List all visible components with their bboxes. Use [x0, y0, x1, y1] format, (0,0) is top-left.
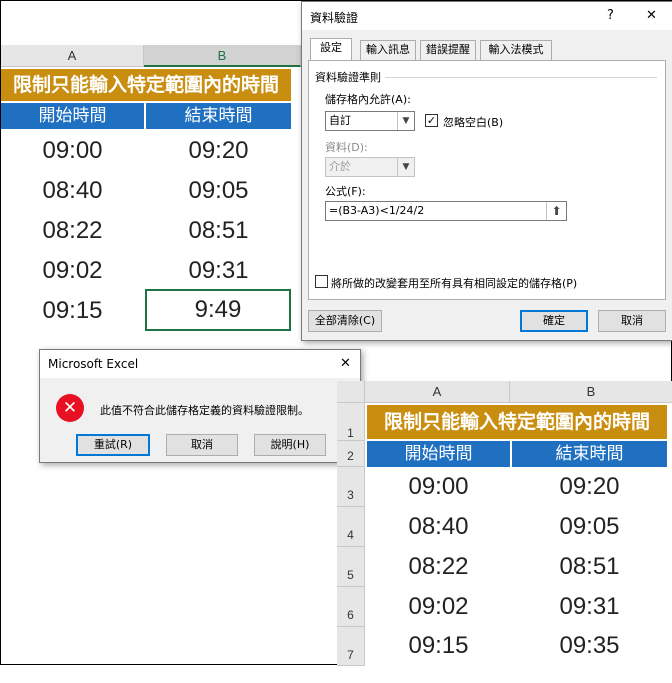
selected-end-time-cell[interactable]: 9:49: [145, 289, 291, 331]
apply-all-label[interactable]: 將所做的改變套用至所有具有相同設定的儲存格(P): [331, 275, 577, 291]
header-start-time[interactable]: 開始時間: [1, 103, 144, 129]
clear-all-button[interactable]: 全部清除(C): [308, 310, 382, 332]
data-select[interactable]: 介於 ▼: [325, 157, 415, 177]
chevron-down-icon[interactable]: ▼: [397, 112, 414, 130]
settings-panel: 資料驗證準則 儲存格內允許(A): 自訂 ▼ ✓ 忽略空白(B) 資料(D): …: [308, 60, 666, 300]
criteria-section-label: 資料驗證準則: [315, 71, 381, 84]
start-time-cell[interactable]: 08:40: [1, 171, 144, 211]
data-value: 介於: [329, 160, 351, 173]
allow-select[interactable]: 自訂 ▼: [325, 111, 415, 131]
start-time-cell[interactable]: 09:15: [1, 291, 144, 331]
column-header-a[interactable]: A: [365, 381, 510, 403]
error-dialog-title: Microsoft Excel: [48, 357, 139, 371]
close-icon[interactable]: ✕: [340, 356, 351, 371]
column-header-b[interactable]: B: [510, 381, 672, 403]
row-header-4[interactable]: 4: [337, 507, 365, 547]
formula-value: =(B3-A3)<1/24/2: [329, 204, 425, 217]
end-time-cell[interactable]: 09:20: [146, 131, 291, 171]
end-time-cell[interactable]: 09:05: [512, 507, 667, 547]
allow-label: 儲存格內允許(A):: [325, 93, 411, 106]
dialog-title: 資料驗證: [310, 11, 359, 25]
ignore-blank-checkbox[interactable]: ✓: [425, 114, 438, 127]
start-time-cell[interactable]: 09:02: [1, 251, 144, 291]
end-time-cell[interactable]: 08:51: [512, 547, 667, 587]
title-cell[interactable]: 限制只能輸入特定範圍內的時間: [1, 69, 291, 101]
help-button[interactable]: 說明(H): [254, 434, 326, 456]
error-icon: ✕: [56, 394, 84, 422]
select-all-corner[interactable]: [337, 381, 365, 403]
start-time-cell[interactable]: 08:40: [367, 507, 510, 547]
apply-all-checkbox[interactable]: [315, 275, 328, 288]
end-time-cell[interactable]: 09:35: [512, 627, 667, 665]
help-icon[interactable]: ?: [607, 8, 614, 23]
allow-value: 自訂: [329, 114, 351, 127]
end-time-cell[interactable]: 09:05: [146, 171, 291, 211]
error-dialog-title-bar[interactable]: Microsoft Excel ✕: [40, 350, 360, 378]
column-header-b[interactable]: B: [144, 45, 301, 67]
retry-button[interactable]: 重試(R): [76, 434, 150, 456]
column-header-a[interactable]: A: [1, 45, 144, 67]
start-time-cell[interactable]: 08:22: [1, 211, 144, 251]
ignore-blank-label[interactable]: 忽略空白(B): [443, 114, 503, 130]
error-dialog: Microsoft Excel ✕ ✕ 此值不符合此儲存格定義的資料驗證限制。 …: [39, 349, 361, 463]
start-time-cell[interactable]: 09:02: [367, 587, 510, 627]
header-end-time[interactable]: 結束時間: [146, 103, 291, 129]
formula-label: 公式(F):: [325, 185, 366, 198]
cancel-button[interactable]: 取消: [598, 310, 666, 332]
end-time-cell[interactable]: 09:20: [512, 467, 667, 507]
formula-input[interactable]: =(B3-A3)<1/24/2 ⬆: [325, 201, 567, 221]
top-spreadsheet: A B 限制只能輸入特定範圍內的時間 開始時間 結束時間 09:00 09:20…: [1, 45, 301, 345]
row-header-5[interactable]: 5: [337, 547, 365, 587]
section-divider: [385, 77, 657, 78]
ok-button[interactable]: 確定: [520, 310, 588, 332]
header-start-time[interactable]: 開始時間: [367, 441, 510, 467]
tab-settings[interactable]: 設定: [310, 38, 352, 61]
start-time-cell[interactable]: 09:00: [367, 467, 510, 507]
row-header-7[interactable]: 7: [337, 627, 365, 666]
range-select-icon[interactable]: ⬆: [546, 202, 566, 220]
data-validation-dialog: 資料驗證 ? ✕ 設定 輸入訊息 錯誤提醒 輸入法模式 資料驗證準則 儲存格內允…: [301, 1, 672, 341]
row-header-3[interactable]: 3: [337, 467, 365, 507]
chevron-down-icon[interactable]: ▼: [397, 158, 414, 176]
end-time-cell[interactable]: 09:31: [512, 587, 667, 627]
error-message: 此值不符合此儲存格定義的資料驗證限制。: [100, 404, 309, 417]
close-icon[interactable]: ✕: [646, 8, 657, 23]
tab-input-message[interactable]: 輸入訊息: [360, 40, 416, 60]
end-time-cell[interactable]: 08:51: [146, 211, 291, 251]
header-end-time[interactable]: 結束時間: [512, 441, 667, 467]
data-label: 資料(D):: [325, 141, 368, 154]
bottom-spreadsheet: A B 1 2 3 4 5 6 7 限制只能輸入特定範圍內的時間 開始時間 結束…: [337, 381, 672, 666]
start-time-cell[interactable]: 09:15: [367, 627, 510, 665]
end-time-cell[interactable]: 09:31: [146, 251, 291, 291]
dialog-title-bar[interactable]: 資料驗證 ? ✕: [302, 2, 672, 30]
tab-ime-mode[interactable]: 輸入法模式: [480, 40, 552, 60]
title-cell[interactable]: 限制只能輸入特定範圍內的時間: [367, 405, 667, 439]
row-header-1[interactable]: 1: [337, 403, 365, 441]
cancel-button[interactable]: 取消: [166, 434, 238, 456]
tab-error-alert[interactable]: 錯誤提醒: [420, 40, 476, 60]
start-time-cell[interactable]: 09:00: [1, 131, 144, 171]
row-header-2[interactable]: 2: [337, 441, 365, 467]
row-header-6[interactable]: 6: [337, 587, 365, 627]
start-time-cell[interactable]: 08:22: [367, 547, 510, 587]
